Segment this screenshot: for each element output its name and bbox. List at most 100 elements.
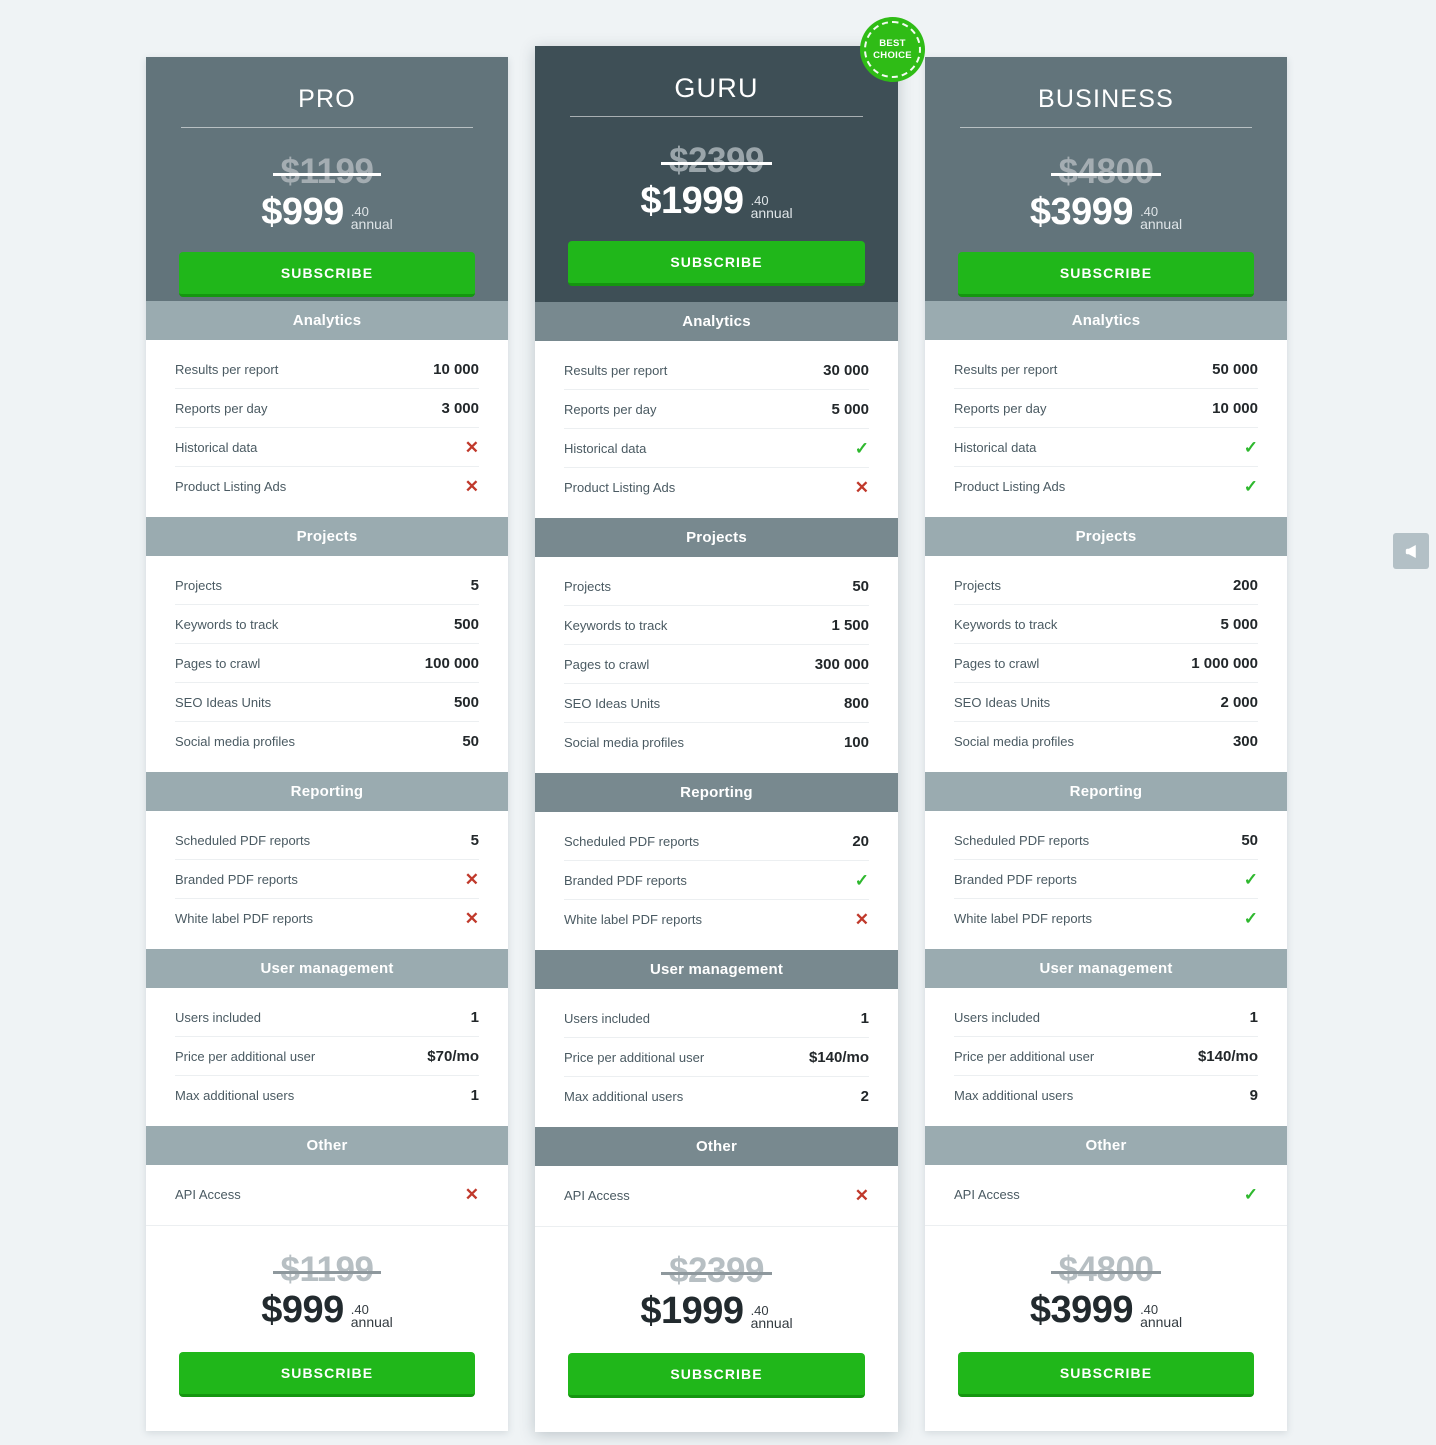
subscribe-button-bottom[interactable]: SUBSCRIBE	[958, 1352, 1254, 1397]
original-price: $1199	[272, 152, 382, 191]
check-icon: ✓	[854, 870, 869, 890]
feature-label: Price per additional user	[564, 1049, 705, 1065]
plan-header: BEST CHOICE GURU $2399 $1999 .40 annual SUBSCRI…	[535, 17, 925, 302]
feature-row: Results per report 50 000	[954, 350, 1258, 389]
feature-row: SEO Ideas Units 500	[175, 683, 479, 722]
section-body: API Access ✕	[146, 1175, 508, 1225]
current-price-row: $3999.40 annual	[958, 190, 1254, 234]
feature-label: Scheduled PDF reports	[954, 832, 1090, 848]
feature-value: 50	[1241, 831, 1258, 849]
feature-row: API Access ✓	[954, 1175, 1258, 1214]
subscribe-button-bottom[interactable]: SUBSCRIBE	[179, 1352, 475, 1397]
feature-value: 300	[1232, 733, 1258, 750]
check-icon: ✓	[1243, 1185, 1258, 1204]
feature-label: Product Listing Ads	[954, 479, 1066, 494]
check-icon: ✓	[1243, 909, 1258, 928]
feature-row: Users included 1	[175, 998, 479, 1037]
feature-label: Product Listing Ads	[175, 479, 287, 494]
check-icon: ✓	[854, 438, 869, 458]
feature-value: 500	[453, 693, 479, 711]
section-header-other: Other	[925, 1126, 1287, 1165]
feature-row: Keywords to track 500	[175, 605, 479, 644]
feature-row: Reports per day 10 000	[954, 389, 1258, 428]
feature-label: Results per report	[564, 362, 668, 378]
feature-row: Historical data ✕	[175, 428, 479, 467]
feature-row: Results per report 30 000	[564, 351, 869, 390]
feature-label: White label PDF reports	[564, 912, 702, 927]
price-suffix: .40 annual	[751, 1304, 793, 1330]
feature-row: Branded PDF reports ✓	[954, 860, 1258, 899]
feature-row: Price per additional user $140/mo	[954, 1037, 1258, 1076]
price-suffix: .40 annual	[351, 1303, 393, 1329]
subscribe-button-bottom[interactable]: SUBSCRIBE	[568, 1353, 865, 1398]
feature-row: Scheduled PDF reports 5	[175, 821, 479, 860]
badge-line-2: CHOICE	[873, 49, 912, 61]
plan-footer: $4800 $3999.40 annual SUBSCRIBE	[925, 1225, 1287, 1431]
feature-row: Reports per day 5 000	[564, 390, 869, 429]
plan-footer: $2399 $1999 .40 annual SUBSCRIBE	[535, 1226, 898, 1432]
price-suffix: .40 annual	[1140, 1303, 1182, 1329]
section-body: Projects 50 Keywords to track 1 500 Pages to…	[535, 567, 898, 773]
section-header-user-management: User management	[535, 950, 898, 989]
feature-label: Pages to crawl	[564, 656, 650, 672]
feature-row: Projects 5	[175, 566, 479, 605]
plan-header: BUSINESS $4800 $3999.40 annual SUBSCRIBE	[925, 57, 1287, 301]
section-header-reporting: Reporting	[925, 772, 1287, 811]
original-price: $4800	[1050, 1250, 1162, 1289]
feature-label: Pages to crawl	[175, 655, 261, 671]
price-suffix: .40 annual	[1140, 205, 1182, 231]
feature-label: Price per additional user	[175, 1048, 316, 1064]
section-body: Scheduled PDF reports 5 Branded PDF report…	[146, 821, 508, 949]
feature-row: Pages to crawl 300 000	[564, 645, 869, 684]
megaphone-widget-button[interactable]	[1393, 533, 1429, 569]
feature-label: Social media profiles	[564, 735, 684, 750]
feature-value: 3 000	[441, 399, 479, 417]
feature-label: Reports per day	[175, 400, 268, 416]
feature-label: White label PDF reports	[954, 911, 1092, 926]
feature-value: 1	[1249, 1008, 1258, 1026]
current-price-row: $999 .40 annual	[179, 1288, 475, 1332]
cross-icon: ✕	[464, 477, 479, 496]
feature-row: Scheduled PDF reports 20	[564, 822, 869, 861]
current-price: $3999	[1029, 1289, 1134, 1331]
original-price: $1199	[272, 1250, 382, 1289]
feature-label: Results per report	[954, 361, 1058, 377]
original-price: $2399	[661, 1251, 772, 1290]
feature-label: Users included	[954, 1009, 1040, 1025]
feature-value: 50 000	[1212, 360, 1258, 378]
feature-value: 2	[860, 1088, 869, 1105]
feature-value: 800	[843, 694, 869, 712]
price-period: annual	[1140, 216, 1183, 232]
section-header-other: Other	[146, 1126, 508, 1165]
current-price-row: $1999 .40 annual	[568, 1289, 865, 1333]
feature-row: Branded PDF reports ✓	[564, 861, 869, 900]
price-suffix: .40 annual	[351, 205, 393, 231]
plan-header: PRO $1199 $999 .40 annual SUBSCRIBE	[146, 57, 508, 301]
price-period: annual	[350, 216, 393, 232]
feature-value: 10 000	[1212, 399, 1258, 417]
cross-icon: ✕	[854, 910, 869, 929]
section-header-reporting: Reporting	[146, 772, 508, 811]
original-price: $2399	[661, 141, 772, 180]
feature-label: Projects	[564, 578, 611, 594]
price-block: $2399 $1999 .40 annual SUBSCRIBE	[568, 1251, 865, 1398]
current-price: $1999	[640, 1290, 744, 1332]
subscribe-button-top[interactable]: SUBSCRIBE	[568, 241, 865, 286]
price-period: annual	[1140, 1314, 1183, 1330]
feature-row: Social media profiles 300	[954, 722, 1258, 761]
section-header-other: Other	[535, 1127, 898, 1166]
subscribe-button-top[interactable]: SUBSCRIBE	[958, 252, 1254, 297]
plan-title: BUSINESS	[1037, 85, 1175, 113]
section-body: Projects 5 Keywords to track 500 Pages to cr…	[146, 566, 508, 772]
feature-row: Keywords to track 1 500	[564, 606, 869, 645]
feature-value: 20	[852, 832, 869, 850]
plan-title: PRO	[298, 85, 356, 113]
feature-row: Max additional users 2	[564, 1077, 869, 1116]
feature-label: Pages to crawl	[954, 655, 1040, 671]
section-header-analytics: Analytics	[925, 301, 1287, 340]
subscribe-button-top[interactable]: SUBSCRIBE	[179, 252, 475, 297]
section-header-user-management: User management	[146, 949, 508, 988]
section-body: Scheduled PDF reports 20 Branded PDF repor…	[535, 822, 898, 950]
feature-label: Keywords to track	[564, 617, 668, 633]
feature-label: Max additional users	[954, 1088, 1074, 1103]
